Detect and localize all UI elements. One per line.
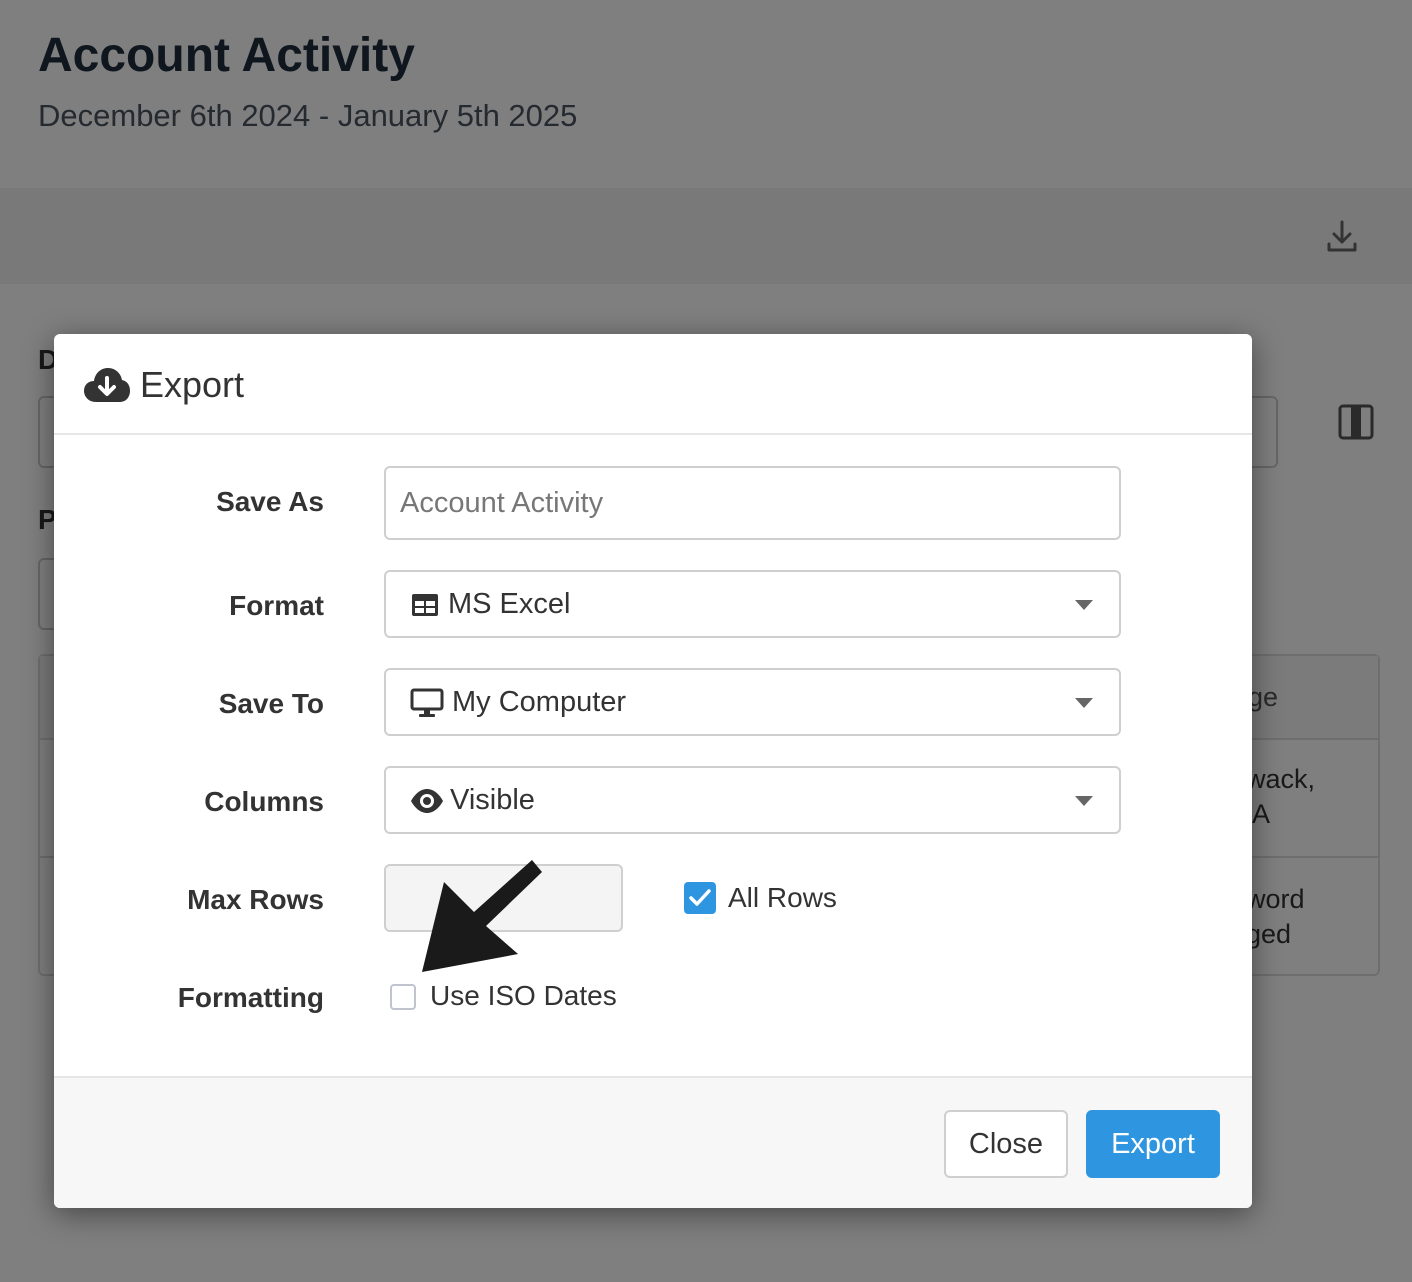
save-to-select[interactable]: My Computer [384,668,1121,736]
columns-value: Visible [450,784,535,816]
save-to-label: Save To [218,688,324,719]
columns-select[interactable]: Visible [384,766,1121,834]
close-button[interactable]: Close [944,1110,1068,1178]
chevron-down-icon [1075,698,1093,708]
columns-label: Columns [204,786,324,817]
export-modal: Export Save As Format MS Excel Save To M… [54,334,1252,1208]
cloud-download-icon [84,368,130,402]
format-value: MS Excel [448,588,571,620]
all-rows-label[interactable]: All Rows [728,882,837,914]
save-as-input[interactable] [384,466,1121,540]
format-label: Format [229,590,324,621]
max-rows-label: Max Rows [187,884,324,915]
annotation-arrow-icon [422,860,542,972]
modal-footer: Close Export [54,1076,1252,1208]
format-select[interactable]: MS Excel [384,570,1121,638]
modal-header: Export [54,334,1252,435]
export-button[interactable]: Export [1086,1110,1220,1178]
table-icon [412,594,438,616]
eye-icon [411,789,443,813]
checkmark-icon [689,889,711,906]
desktop-icon [410,688,444,717]
iso-dates-checkbox[interactable] [390,984,416,1010]
chevron-down-icon [1075,796,1093,806]
all-rows-checkbox[interactable] [684,882,716,914]
save-to-value: My Computer [452,686,627,718]
modal-title: Export [140,364,245,405]
chevron-down-icon [1075,600,1093,610]
formatting-label: Formatting [177,982,324,1013]
save-as-label: Save As [216,486,324,517]
